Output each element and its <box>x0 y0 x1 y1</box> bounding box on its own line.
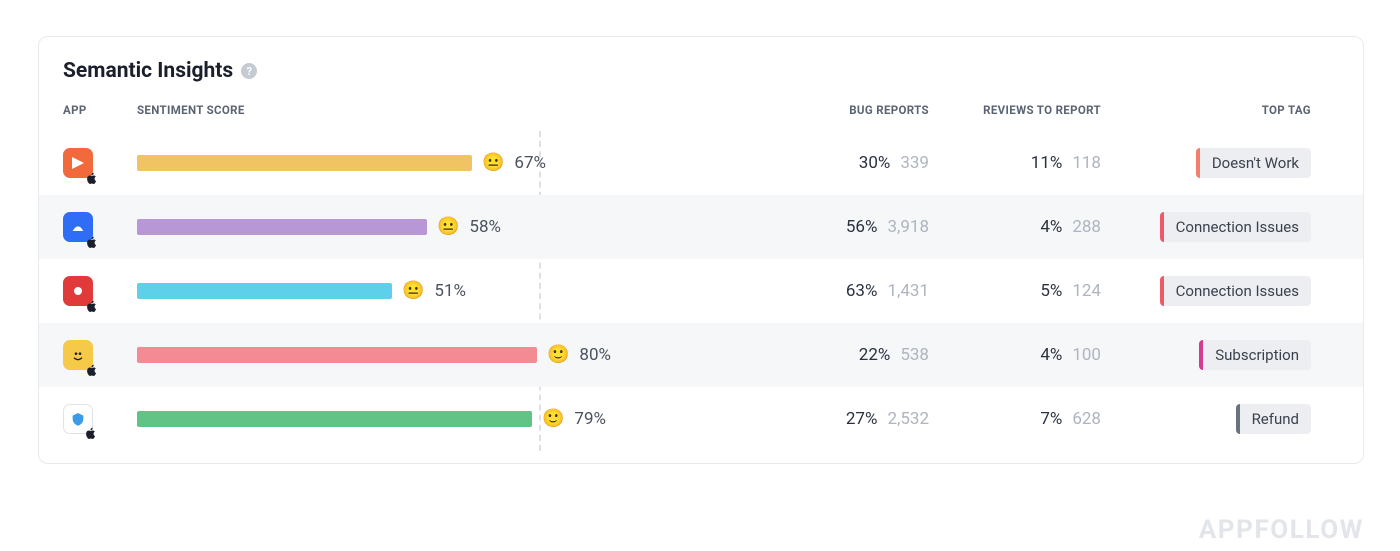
sentiment-emoji-icon: 😐 <box>482 154 504 172</box>
top-tag[interactable]: Refund <box>1236 404 1311 434</box>
reviews-to-report-cell: 5% 124 <box>929 281 1101 301</box>
reviews-count: 118 <box>1072 153 1101 173</box>
bug-reports-cell: 22% 538 <box>753 345 929 365</box>
bug-reports-cell: 30% 339 <box>753 153 929 173</box>
sentiment-cell: 😐 58% <box>137 217 753 237</box>
apple-icon <box>85 234 99 248</box>
app-cell <box>63 276 137 306</box>
top-tag[interactable]: Doesn't Work <box>1196 148 1311 178</box>
tag-label: Subscription <box>1203 346 1311 364</box>
apple-icon <box>85 362 99 376</box>
app-cell <box>63 404 137 434</box>
apple-icon <box>85 298 99 312</box>
tag-label: Connection Issues <box>1164 282 1311 300</box>
reviews-to-report-cell: 11% 118 <box>929 153 1101 173</box>
bug-count: 1,431 <box>887 281 929 301</box>
table-row[interactable]: 😐 51% 63% 1,431 5% 124 Connection Issues <box>39 259 1363 323</box>
bug-percent: 22% <box>859 345 891 365</box>
reviews-count: 100 <box>1072 345 1101 365</box>
reviews-percent: 5% <box>1040 281 1062 301</box>
tag-label: Doesn't Work <box>1200 154 1311 172</box>
sentiment-cell: 😐 51% <box>137 281 753 301</box>
reviews-count: 124 <box>1072 281 1101 301</box>
app-cell <box>63 212 137 242</box>
sentiment-emoji-icon: 🙂 <box>547 346 569 364</box>
tag-label: Connection Issues <box>1164 218 1311 236</box>
col-header-app: APP <box>63 103 137 117</box>
table-rows: 😐 67% 30% 339 11% 118 Doesn't Work <box>39 131 1363 451</box>
semantic-insights-card: Semantic Insights ? APP SENTIMENT SCORE … <box>38 36 1364 464</box>
bug-percent: 56% <box>846 217 878 237</box>
app-icon[interactable] <box>63 340 93 370</box>
bug-reports-cell: 56% 3,918 <box>753 217 929 237</box>
bug-percent: 63% <box>846 281 878 301</box>
bug-percent: 30% <box>859 153 891 173</box>
sentiment-percent: 67% <box>514 153 546 173</box>
app-icon[interactable] <box>63 404 93 434</box>
sentiment-cell: 🙂 79% <box>137 409 753 429</box>
sentiment-percent: 51% <box>434 281 466 301</box>
bug-reports-cell: 63% 1,431 <box>753 281 929 301</box>
top-tag-cell: Connection Issues <box>1101 212 1339 242</box>
col-header-reviews: REVIEWS TO REPORT <box>929 103 1101 117</box>
sentiment-percent: 58% <box>469 217 501 237</box>
col-header-score: SENTIMENT SCORE <box>137 103 753 117</box>
sentiment-bar <box>137 347 537 363</box>
table-row[interactable]: 🙂 79% 27% 2,532 7% 628 Refund <box>39 387 1363 451</box>
table-row[interactable]: 🙂 80% 22% 538 4% 100 Subscription <box>39 323 1363 387</box>
sentiment-emoji-icon: 😐 <box>437 218 459 236</box>
top-tag-cell: Refund <box>1101 404 1339 434</box>
bug-reports-cell: 27% 2,532 <box>753 409 929 429</box>
app-cell <box>63 148 137 178</box>
reviews-percent: 11% <box>1031 153 1063 173</box>
app-icon[interactable] <box>63 148 93 178</box>
watermark: APPFOLLOW <box>1199 515 1364 545</box>
top-tag[interactable]: Connection Issues <box>1160 276 1311 306</box>
app-cell <box>63 340 137 370</box>
bug-count: 2,532 <box>887 409 929 429</box>
apple-icon <box>84 425 98 439</box>
reviews-count: 628 <box>1072 409 1101 429</box>
card-title: Semantic Insights <box>63 59 233 83</box>
sentiment-bar <box>137 283 392 299</box>
sentiment-emoji-icon: 🙂 <box>542 410 564 428</box>
tag-label: Refund <box>1240 410 1311 428</box>
top-tag-cell: Subscription <box>1101 340 1339 370</box>
bug-count: 538 <box>900 345 929 365</box>
apple-icon <box>85 170 99 184</box>
sentiment-percent: 80% <box>579 345 611 365</box>
table-header: APP SENTIMENT SCORE BUG REPORTS REVIEWS … <box>39 93 1363 131</box>
sentiment-percent: 79% <box>574 409 606 429</box>
reviews-count: 288 <box>1072 217 1101 237</box>
app-icon[interactable] <box>63 276 93 306</box>
reviews-to-report-cell: 4% 100 <box>929 345 1101 365</box>
reviews-percent: 4% <box>1040 217 1062 237</box>
sentiment-bar <box>137 155 472 171</box>
table-row[interactable]: 😐 67% 30% 339 11% 118 Doesn't Work <box>39 131 1363 195</box>
reviews-percent: 4% <box>1040 345 1062 365</box>
sentiment-bar <box>137 219 427 235</box>
table-row[interactable]: 😐 58% 56% 3,918 4% 288 Connection Issues <box>39 195 1363 259</box>
bug-count: 3,918 <box>887 217 929 237</box>
app-icon[interactable] <box>63 212 93 242</box>
top-tag[interactable]: Connection Issues <box>1160 212 1311 242</box>
help-icon[interactable]: ? <box>241 63 257 79</box>
top-tag[interactable]: Subscription <box>1199 340 1311 370</box>
col-header-bug: BUG REPORTS <box>753 103 929 117</box>
sentiment-bar <box>137 411 532 427</box>
col-header-tag: TOP TAG <box>1101 103 1339 117</box>
sentiment-cell: 🙂 80% <box>137 345 753 365</box>
reviews-to-report-cell: 7% 628 <box>929 409 1101 429</box>
sentiment-cell: 😐 67% <box>137 153 753 173</box>
card-header: Semantic Insights ? <box>39 59 1363 93</box>
top-tag-cell: Connection Issues <box>1101 276 1339 306</box>
top-tag-cell: Doesn't Work <box>1101 148 1339 178</box>
sentiment-emoji-icon: 😐 <box>402 282 424 300</box>
bug-percent: 27% <box>846 409 878 429</box>
reviews-percent: 7% <box>1040 409 1062 429</box>
reviews-to-report-cell: 4% 288 <box>929 217 1101 237</box>
bug-count: 339 <box>900 153 929 173</box>
